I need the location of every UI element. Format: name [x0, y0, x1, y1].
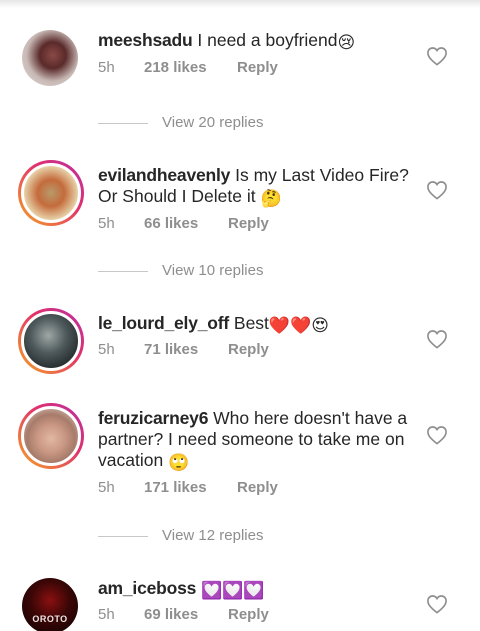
avatar[interactable]: [18, 160, 84, 226]
comment-time: 5h: [98, 341, 115, 358]
heart-outline-icon[interactable]: [426, 329, 448, 349]
emoji: 🙄: [168, 453, 190, 472]
likes-count[interactable]: 171 likes: [144, 479, 207, 496]
replies-divider: [98, 123, 148, 124]
comment-time: 5h: [98, 479, 115, 496]
heart-outline-icon[interactable]: [426, 46, 448, 66]
view-replies-label: View 12 replies: [162, 527, 264, 544]
avatar[interactable]: [22, 30, 78, 86]
replies-divider: [98, 536, 148, 537]
comment-time: 5h: [98, 59, 115, 76]
comment-username[interactable]: evilandheavenly: [98, 165, 230, 185]
reply-button[interactable]: Reply: [228, 215, 269, 232]
emoji: 😢: [337, 33, 356, 52]
top-divider: [0, 0, 480, 8]
likes-count[interactable]: 71 likes: [144, 341, 198, 358]
comment-time: 5h: [98, 215, 115, 232]
emoji: 💟💟💟: [201, 581, 265, 600]
likes-count[interactable]: 66 likes: [144, 215, 198, 232]
emoji: 🤔: [260, 189, 282, 208]
view-replies-label: View 10 replies: [162, 262, 264, 279]
comment-username[interactable]: feruzicarney6: [98, 408, 208, 428]
emoji: ❤️❤️😍: [268, 316, 329, 335]
avatar[interactable]: [18, 403, 84, 469]
replies-divider: [98, 271, 148, 272]
comment-body: I need a boyfriend: [197, 30, 338, 50]
comment-username[interactable]: le_lourd_ely_off: [98, 313, 229, 333]
likes-count[interactable]: 69 likes: [144, 606, 198, 623]
avatar[interactable]: [18, 308, 84, 374]
comment-text: evilandheavenly Is my Last Video Fire? O…: [98, 165, 410, 207]
avatar[interactable]: OROTO: [22, 578, 78, 631]
comment-text: am_iceboss 💟💟💟: [98, 578, 410, 599]
reply-button[interactable]: Reply: [228, 606, 269, 623]
view-replies-label: View 20 replies: [162, 114, 264, 131]
heart-outline-icon[interactable]: [426, 180, 448, 200]
comment-body: Best: [233, 313, 269, 333]
likes-count[interactable]: 218 likes: [144, 59, 207, 76]
comment-text: meeshsadu I need a boyfriend😢: [98, 30, 410, 51]
reply-button[interactable]: Reply: [237, 479, 278, 496]
comment-text: le_lourd_ely_off Best❤️❤️😍: [98, 313, 410, 334]
reply-button[interactable]: Reply: [237, 59, 278, 76]
comment-time: 5h: [98, 606, 115, 623]
heart-outline-icon[interactable]: [426, 425, 448, 445]
heart-outline-icon[interactable]: [426, 594, 448, 614]
avatar-logo-text: OROTO: [32, 614, 68, 624]
comment-username[interactable]: meeshsadu: [98, 30, 193, 50]
reply-button[interactable]: Reply: [228, 341, 269, 358]
comment-text: feruzicarney6 Who here doesn't have a pa…: [98, 408, 410, 471]
comment-username[interactable]: am_iceboss: [98, 578, 196, 598]
